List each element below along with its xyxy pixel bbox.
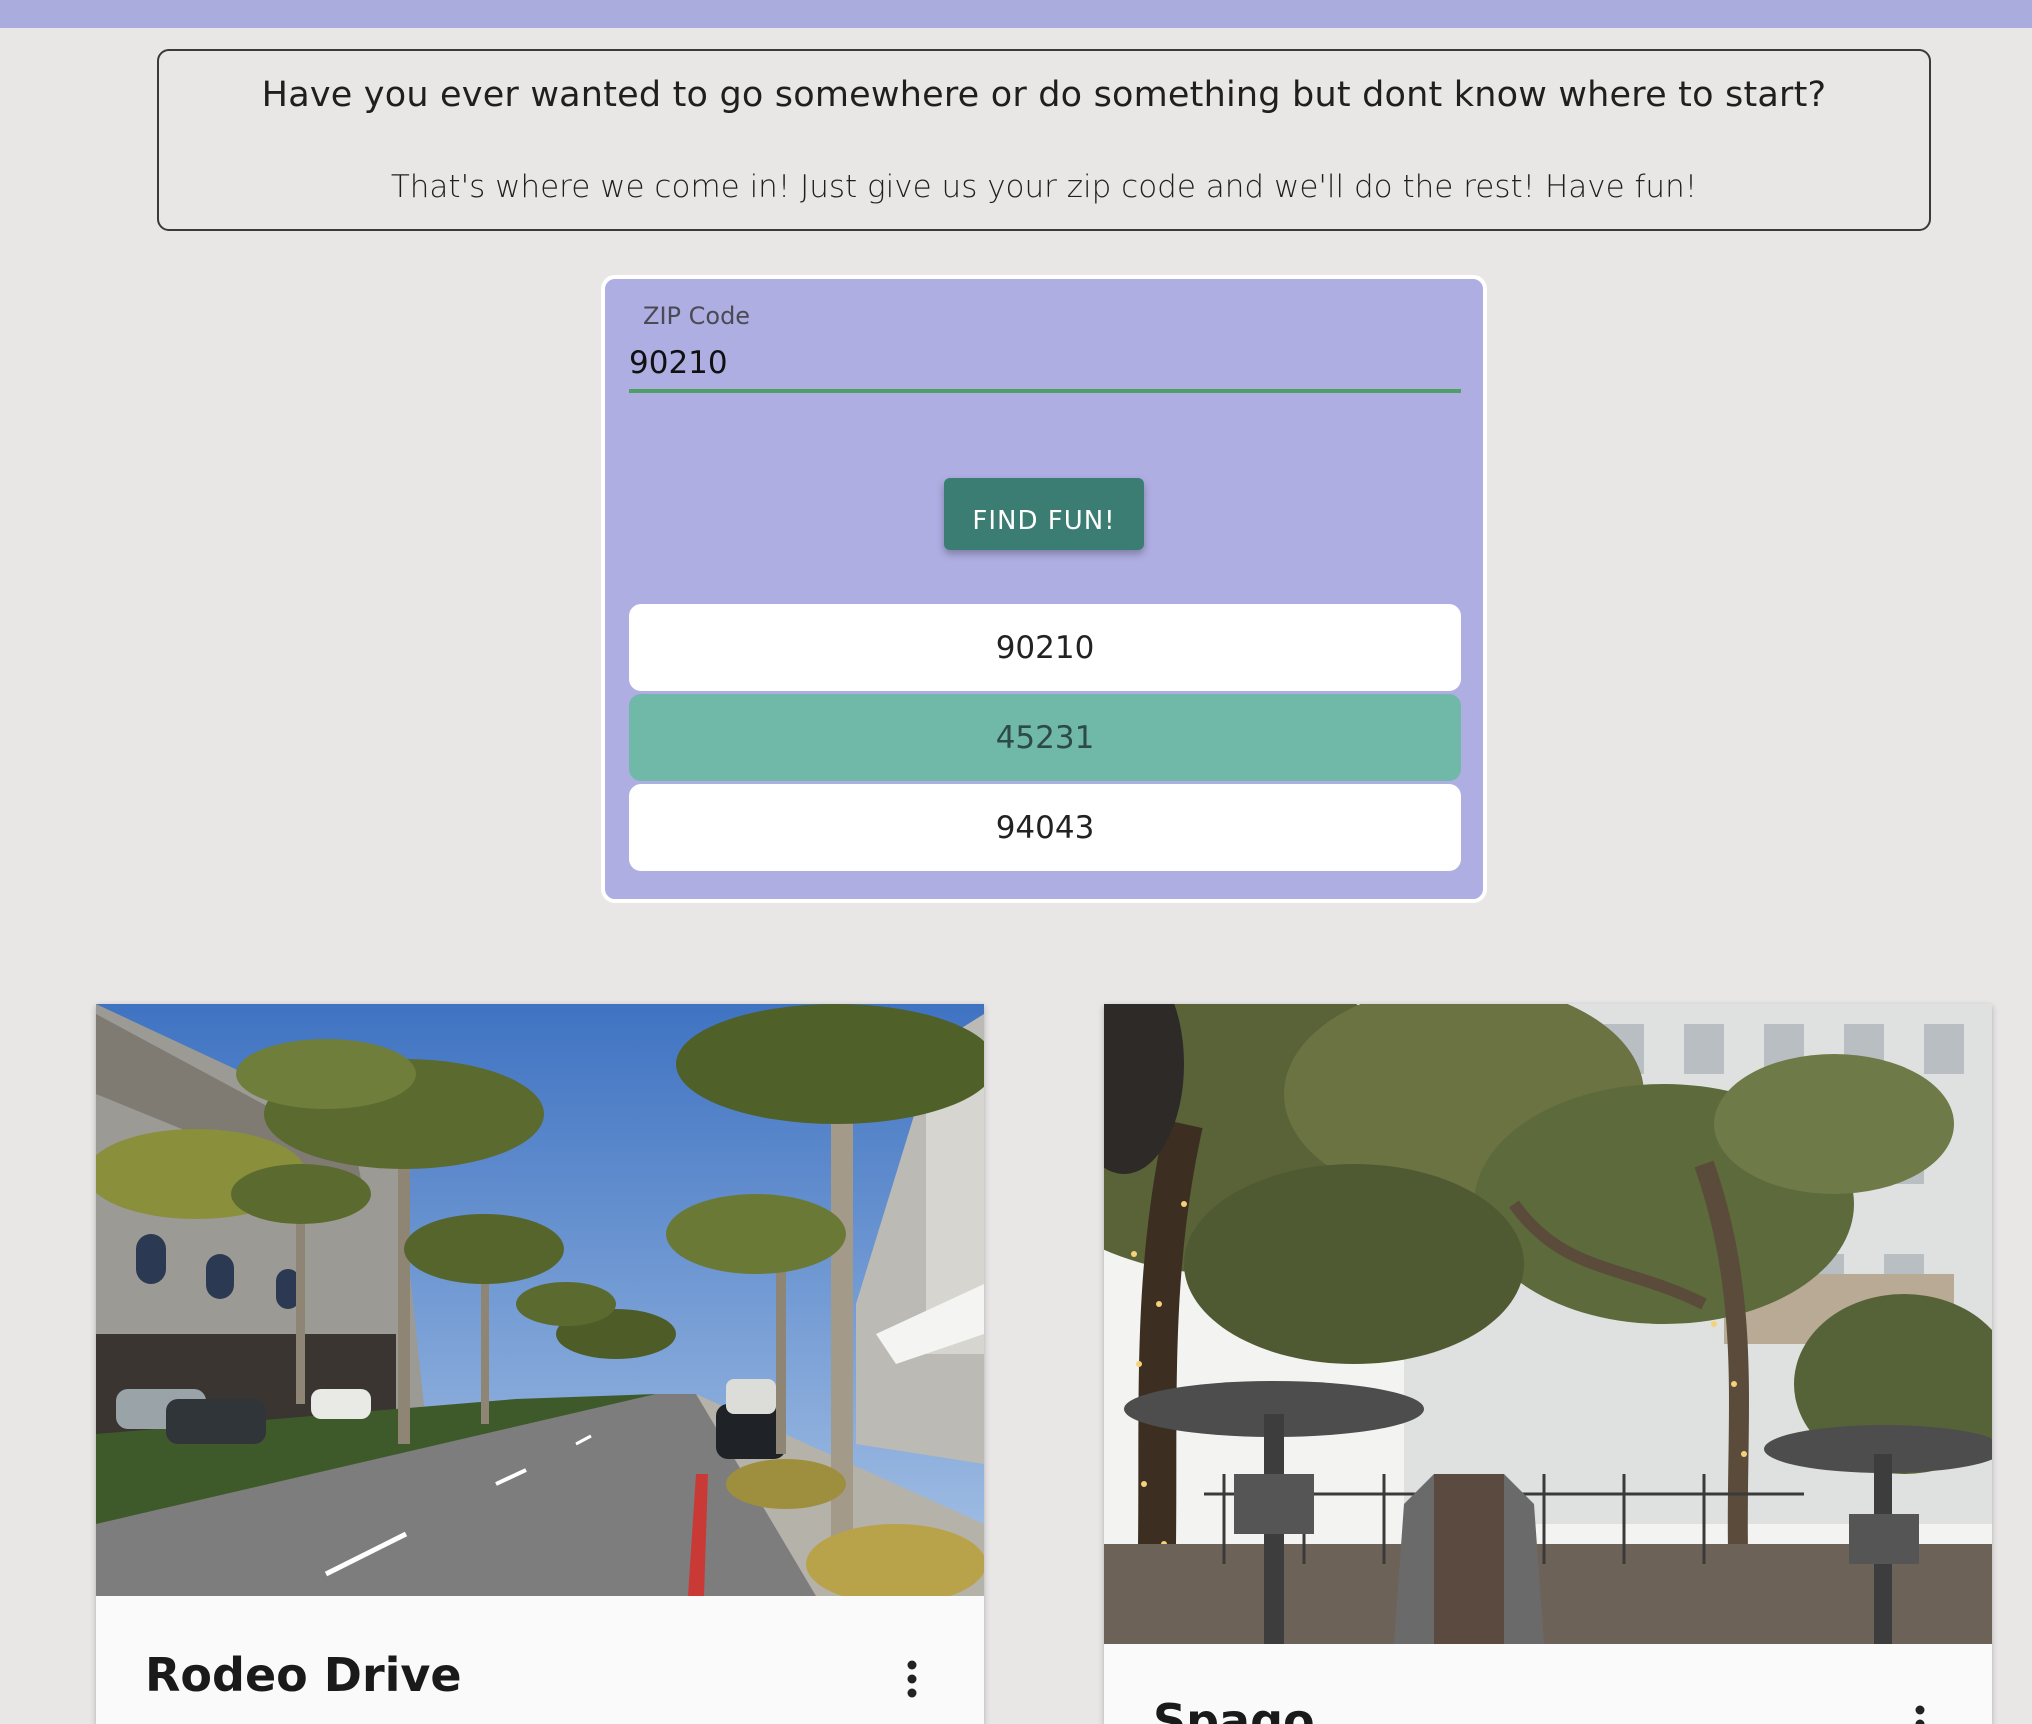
zip-suggestion-item-highlighted[interactable]: 45231 bbox=[629, 694, 1461, 781]
top-app-bar bbox=[0, 0, 2032, 28]
find-fun-button[interactable]: FIND FUN! bbox=[944, 478, 1144, 550]
zip-suggestion-item[interactable]: 90210 bbox=[629, 604, 1461, 691]
zip-suggestion-list: 90210 45231 94043 bbox=[629, 604, 1461, 874]
zip-code-label: ZIP Code bbox=[643, 302, 750, 330]
more-vert-icon[interactable] bbox=[1912, 1704, 1928, 1724]
card-title[interactable]: Rodeo Drive bbox=[145, 1648, 462, 1702]
intro-subtext: That's where we come in! Just give us yo… bbox=[159, 169, 1929, 205]
card-title[interactable]: Spago bbox=[1153, 1694, 1315, 1724]
place-card-spago[interactable]: Spago bbox=[1104, 1004, 1992, 1724]
rodeo-drive-photo bbox=[96, 1004, 984, 1596]
zip-suggestion-item[interactable]: 94043 bbox=[629, 784, 1461, 871]
more-vert-icon[interactable] bbox=[904, 1659, 920, 1699]
intro-box: Have you ever wanted to go somewhere or … bbox=[157, 49, 1931, 231]
zip-search-panel: ZIP Code FIND FUN! 90210 45231 94043 bbox=[601, 275, 1487, 903]
spago-photo bbox=[1104, 1004, 1992, 1644]
place-card-rodeo-drive[interactable]: Rodeo Drive bbox=[96, 1004, 984, 1724]
intro-headline: Have you ever wanted to go somewhere or … bbox=[159, 75, 1929, 115]
zip-code-input[interactable] bbox=[629, 337, 1461, 393]
